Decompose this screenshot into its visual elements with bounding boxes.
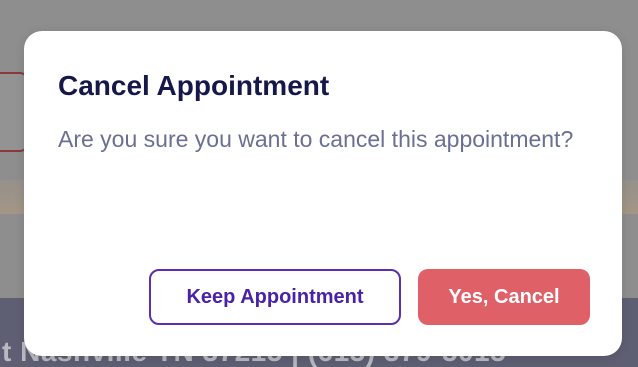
dialog-message: Are you sure you want to cancel this app…: [58, 126, 574, 152]
confirm-cancel-button[interactable]: Yes, Cancel: [418, 269, 590, 325]
cancel-appointment-dialog: Cancel Appointment Are you sure you want…: [24, 31, 622, 356]
keep-appointment-button[interactable]: Keep Appointment: [149, 269, 401, 325]
dialog-title: Cancel Appointment: [58, 70, 330, 101]
dialog-actions: Keep Appointment Yes, Cancel: [149, 269, 592, 325]
